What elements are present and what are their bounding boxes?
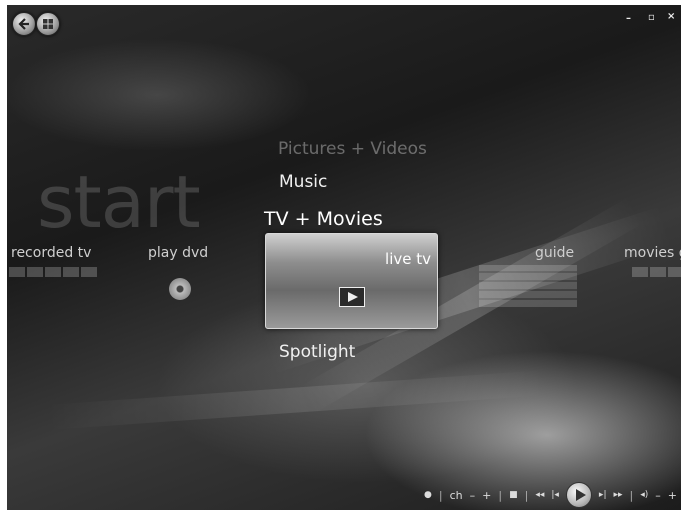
separator: | — [524, 488, 529, 502]
menu-item-music[interactable]: Music — [279, 172, 327, 192]
separator: | — [629, 488, 634, 502]
stop-button[interactable]: ■ — [509, 490, 518, 500]
strip-item-guide[interactable]: guide — [535, 245, 574, 261]
transport-controls: ● | ch – + | ■ | ◂◂ |◂ ▸| ▸▸ | ◂) – + — [424, 482, 677, 508]
live-tv-label: live tv — [385, 250, 431, 268]
record-button[interactable]: ● — [424, 490, 432, 500]
guide-grid-thumbnail — [479, 265, 577, 307]
menu-item-pictures-videos[interactable]: Pictures + Videos — [278, 139, 427, 159]
separator: | — [438, 488, 443, 502]
back-arrow-icon — [18, 18, 29, 30]
strip-item-play-dvd[interactable]: play dvd — [148, 245, 208, 261]
strip-item-movies-guide[interactable]: movies g — [624, 245, 681, 261]
separator: | — [498, 488, 503, 502]
back-button[interactable] — [12, 12, 36, 36]
dvd-disc-icon — [169, 278, 191, 300]
strip-item-live-tv[interactable]: live tv — [265, 233, 438, 329]
volume-up-button[interactable]: + — [668, 490, 677, 501]
menu-item-spotlight[interactable]: Spotlight — [279, 342, 355, 362]
strip-item-recorded-tv[interactable]: recorded tv — [11, 245, 91, 261]
volume-down-button[interactable]: – — [655, 490, 661, 501]
windows-logo-icon — [43, 19, 53, 29]
channel-label: ch — [449, 488, 463, 502]
mute-button[interactable]: ◂) — [640, 490, 648, 500]
movies-guide-thumbnails — [632, 267, 681, 277]
recorded-tv-thumbnails — [9, 267, 97, 277]
next-button[interactable]: ▸| — [599, 490, 607, 500]
channel-down-button[interactable]: – — [470, 490, 476, 501]
previous-button[interactable]: |◂ — [551, 490, 559, 500]
channel-up-button[interactable]: + — [482, 490, 491, 501]
minimize-button[interactable]: – — [626, 13, 631, 24]
play-pause-button[interactable] — [565, 482, 592, 508]
background-streak — [46, 370, 547, 430]
close-button[interactable]: × — [667, 11, 675, 22]
media-center-screen: – ▫ × start Pictures + Videos Music TV +… — [7, 5, 681, 510]
fast-forward-button[interactable]: ▸▸ — [613, 490, 622, 500]
menu-item-tv-movies[interactable]: TV + Movies — [264, 208, 383, 230]
start-button[interactable] — [36, 12, 60, 36]
rewind-button[interactable]: ◂◂ — [535, 490, 544, 500]
start-heading: start — [37, 160, 201, 244]
restore-button[interactable]: ▫ — [648, 12, 655, 23]
play-icon — [339, 287, 365, 307]
